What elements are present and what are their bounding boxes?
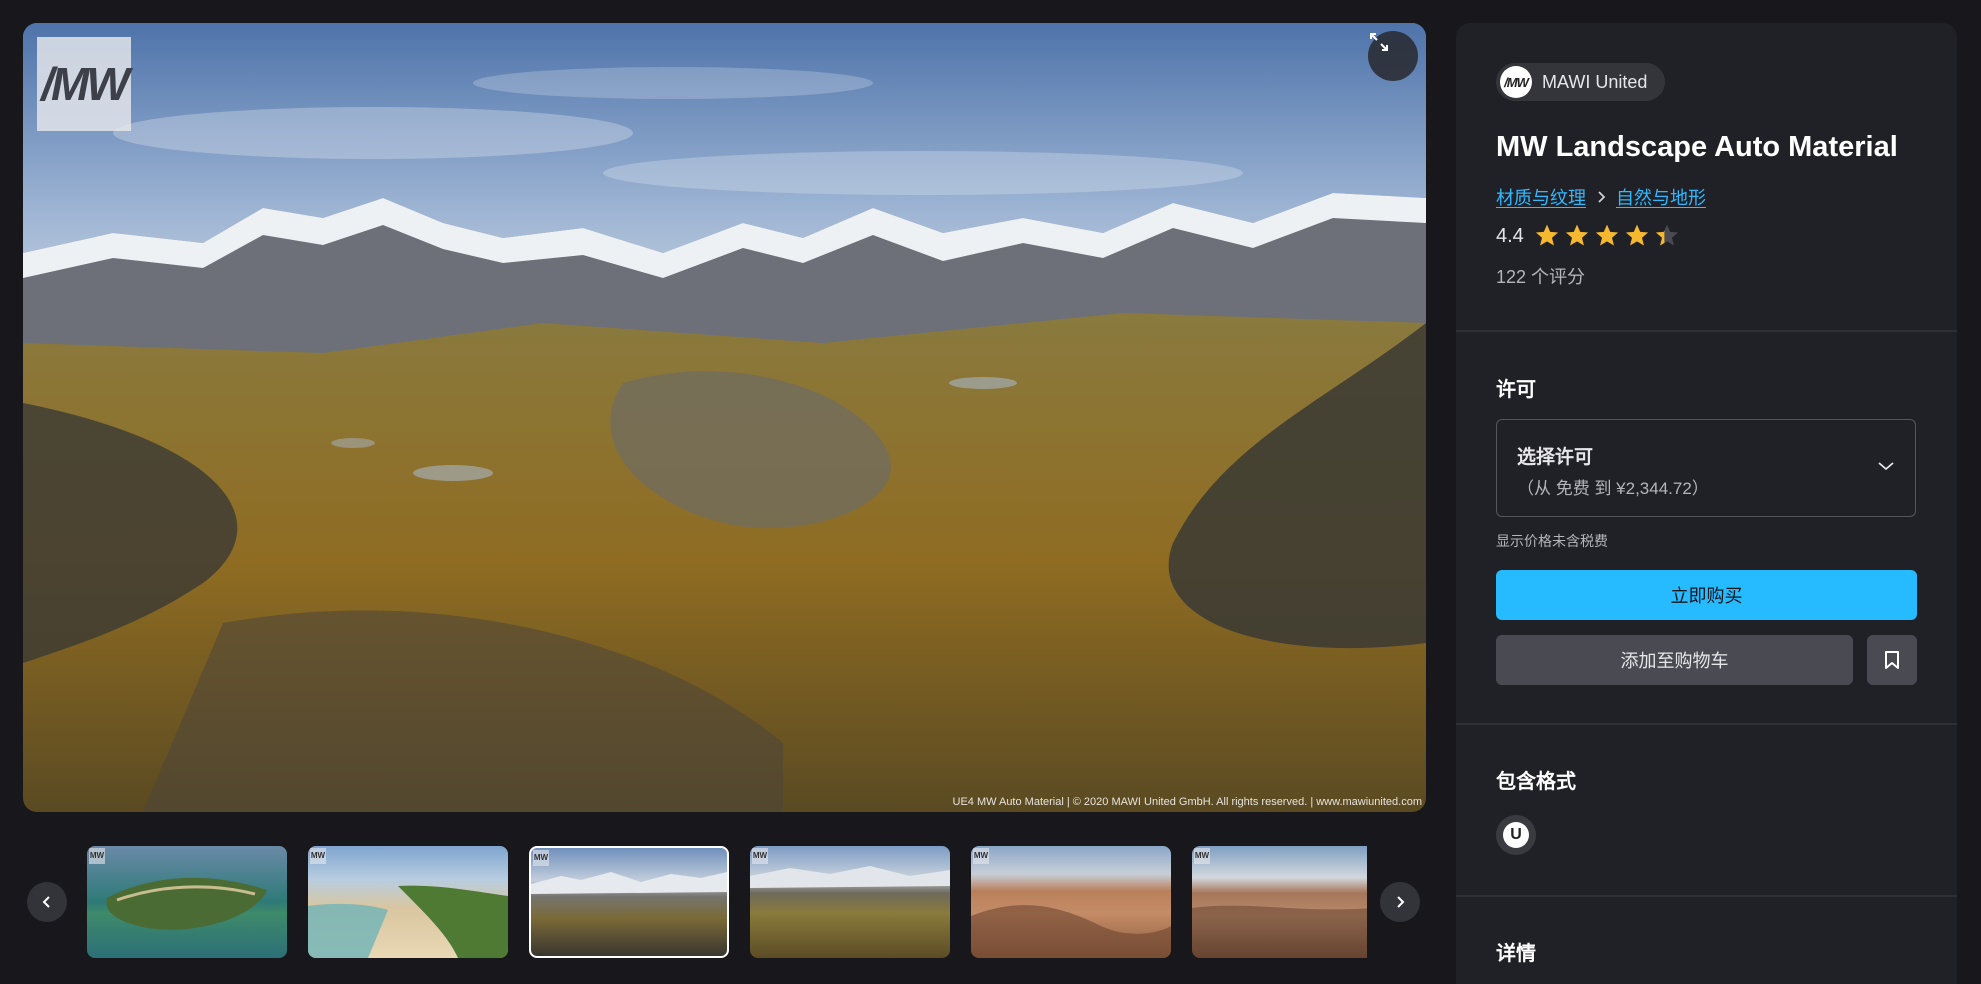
review-count: 122 个评分 <box>1496 267 1586 287</box>
thumbnail-6[interactable]: MW <box>1192 846 1367 958</box>
thumbnail-2[interactable]: MW <box>308 846 508 958</box>
wishlist-button[interactable] <box>1867 635 1917 685</box>
thumbnail-5[interactable]: MW <box>971 846 1171 958</box>
license-select-label: 选择许可 <box>1517 447 1594 468</box>
tax-note: 显示价格未含税费 <box>1496 533 1608 549</box>
chevron-left-icon <box>42 896 50 908</box>
star-rating <box>1534 223 1680 249</box>
seller-name: MAWI United <box>1542 71 1648 92</box>
main-preview-image[interactable]: /MW UE4 MW Auto Material | © 2020 MAWI U… <box>23 23 1426 812</box>
thumbnail-prev-button[interactable] <box>27 882 67 922</box>
category-breadcrumb: 材质与纹理 自然与地形 <box>1496 184 1706 210</box>
details-heading: 详情 <box>1496 943 1536 965</box>
star-icon <box>1595 224 1618 246</box>
landscape-illustration <box>23 23 1426 812</box>
island-illustration <box>106 877 267 930</box>
seller-avatar: /MW <box>1500 66 1532 98</box>
unreal-engine-format-icon[interactable]: U <box>1496 815 1536 855</box>
license-select[interactable]: 选择许可 （从 免费 到 ¥2,344.72） <box>1496 419 1916 517</box>
buy-now-button[interactable]: 立即购买 <box>1496 570 1917 620</box>
thumbnail-logo: MW <box>89 848 105 864</box>
thumbnail-3[interactable]: MW <box>529 846 729 958</box>
divider <box>1456 330 1957 332</box>
unreal-engine-icon: U <box>1503 822 1529 848</box>
meadow-illustration <box>750 866 950 888</box>
bookmark-icon <box>1885 651 1899 669</box>
brand-logo: /MW <box>37 37 131 131</box>
product-title: MW Landscape Auto Material <box>1496 131 1898 163</box>
thumbnail-4[interactable]: MW <box>750 846 950 958</box>
formats-heading: 包含格式 <box>1496 771 1576 793</box>
add-to-cart-button[interactable]: 添加至购物车 <box>1496 635 1853 685</box>
breadcrumb-link-nature-terrain[interactable]: 自然与地形 <box>1616 184 1706 210</box>
thumbnail-logo: MW <box>973 848 989 864</box>
license-heading: 许可 <box>1496 379 1536 401</box>
thumbnail-strip: MW MW MW MW MW MW <box>87 846 1367 960</box>
thumbnail-next-button[interactable] <box>1380 882 1420 922</box>
breadcrumb-link-materials[interactable]: 材质与纹理 <box>1496 184 1586 210</box>
divider <box>1456 895 1957 897</box>
chevron-down-icon <box>1878 462 1894 471</box>
desert-wide-illustration <box>1192 905 1367 958</box>
fullscreen-button[interactable] <box>1368 31 1418 81</box>
beach-illustration <box>308 885 508 958</box>
star-icon <box>1535 224 1558 246</box>
divider <box>1456 723 1957 725</box>
product-sidebar: /MW MAWI United MW Landscape Auto Materi… <box>1456 23 1957 984</box>
thumbnail-1[interactable]: MW <box>87 846 287 958</box>
star-icon <box>1625 224 1648 246</box>
chevron-right-icon <box>1598 191 1606 203</box>
image-caption: UE4 MW Auto Material | © 2020 MAWI Unite… <box>952 796 1422 808</box>
mountain-illustration <box>531 872 727 894</box>
thumbnail-logo: MW <box>533 850 549 866</box>
desert-illustration <box>971 905 1171 958</box>
thumbnail-logo: MW <box>752 848 768 864</box>
thumbnail-logo: MW <box>310 848 326 864</box>
rating-row: 4.4 <box>1496 223 1680 249</box>
rating-value: 4.4 <box>1496 224 1524 247</box>
thumbnail-logo: MW <box>1194 848 1210 864</box>
seller-chip[interactable]: /MW MAWI United <box>1496 63 1666 101</box>
star-icon <box>1565 224 1588 246</box>
chevron-right-icon <box>1397 896 1405 908</box>
license-price-range: （从 免费 到 ¥2,344.72） <box>1517 479 1709 498</box>
expand-icon <box>1370 33 1388 51</box>
star-icon <box>1655 224 1678 246</box>
